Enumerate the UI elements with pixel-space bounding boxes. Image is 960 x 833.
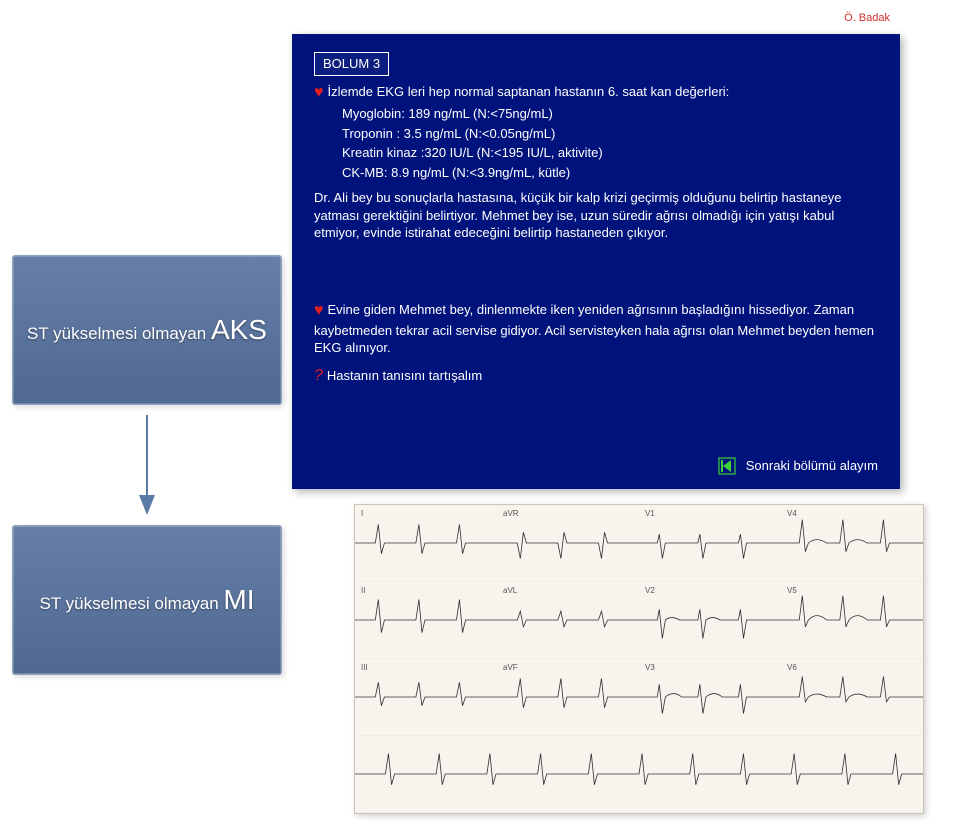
para1-text: Dr. Ali bey bu sonuçlarla hastasına, küç…	[314, 189, 878, 242]
mi-big: MI	[223, 584, 254, 615]
mi-prefix: ST yükselmesi olmayan	[39, 594, 223, 613]
ecg-lead-label: II	[361, 586, 365, 595]
intro-line: ♥ İzlemde EKG leri hep normal saptanan ha…	[314, 82, 878, 104]
ecg-strip: I aVR V1 V4 II aVL V2 V5 III aVF V3 V6	[354, 504, 924, 814]
value-ck: Kreatin kinaz :320 IU/L (N:<195 IU/L, ak…	[314, 144, 878, 162]
ecg-lead-label: aVL	[503, 586, 517, 595]
question-mark-icon: ?	[314, 367, 323, 384]
aks-box-text: ST yükselmesi olmayan AKS	[27, 314, 267, 346]
value-ckmb: CK-MB: 8.9 ng/mL (N:<3.9ng/mL, kütle)	[314, 164, 878, 182]
ecg-lead-label: aVR	[503, 509, 519, 518]
ecg-trace	[781, 505, 923, 581]
ecg-lead-label: I	[361, 509, 363, 518]
ecg-lead-label: V2	[645, 586, 655, 595]
intro-text: İzlemde EKG leri hep normal saptanan has…	[328, 84, 730, 99]
heart-icon: ♥	[314, 302, 324, 319]
author-credit: Ö. Badak	[844, 12, 890, 24]
para2-body: Evine giden Mehmet bey, dinlenmekte iken…	[314, 302, 874, 355]
ecg-trace	[355, 582, 497, 658]
ecg-lead-label: V3	[645, 663, 655, 672]
question-line: ? Hastanın tanısını tartışalım	[314, 365, 878, 387]
prev-section-icon[interactable]	[718, 457, 736, 475]
nav-next-link[interactable]: Sonraki bölümü alayım	[746, 457, 878, 475]
question-text: Hastanın tanısını tartışalım	[327, 368, 482, 383]
slide-panel: BOLUM 3 ♥ İzlemde EKG leri hep normal sap…	[292, 34, 900, 489]
left-column: ST yükselmesi olmayan AKS ST yükselmesi …	[12, 255, 282, 675]
ecg-trace	[355, 659, 497, 735]
ecg-trace	[781, 659, 923, 735]
ecg-trace	[355, 505, 497, 581]
para2-text: ♥Evine giden Mehmet bey, dinlenmekte ike…	[314, 300, 878, 357]
down-arrow-icon	[137, 415, 157, 515]
aks-box: ST yükselmesi olmayan AKS	[12, 255, 282, 405]
mi-box: ST yükselmesi olmayan MI	[12, 525, 282, 675]
aks-big: AKS	[211, 314, 267, 345]
ecg-lead-label: III	[361, 663, 368, 672]
ecg-trace	[639, 505, 781, 581]
ecg-lead-label: V6	[787, 663, 797, 672]
intro-block: ♥ İzlemde EKG leri hep normal saptanan ha…	[314, 82, 878, 182]
ecg-rhythm-trace	[355, 736, 923, 812]
para2-block: ♥Evine giden Mehmet bey, dinlenmekte ike…	[314, 300, 878, 357]
arrow-container	[12, 405, 282, 525]
ecg-trace	[639, 582, 781, 658]
ecg-lead-label: aVF	[503, 663, 518, 672]
mi-box-text: ST yükselmesi olmayan MI	[39, 584, 254, 616]
ecg-lead-label: V1	[645, 509, 655, 518]
question-block: ? Hastanın tanısını tartışalım	[314, 365, 878, 387]
value-trop: Troponin : 3.5 ng/mL (N:<0.05ng/mL)	[314, 125, 878, 143]
ecg-trace	[497, 582, 639, 658]
ecg-trace	[497, 659, 639, 735]
aks-prefix: ST yükselmesi olmayan	[27, 324, 211, 343]
nav-row: Sonraki bölümü alayım	[718, 457, 878, 475]
section-label: BOLUM 3	[314, 52, 389, 76]
ecg-trace	[781, 582, 923, 658]
para1-block: Dr. Ali bey bu sonuçlarla hastasına, küç…	[314, 189, 878, 242]
ecg-lead-label: V4	[787, 509, 797, 518]
ecg-trace	[639, 659, 781, 735]
value-myo: Myoglobin: 189 ng/mL (N:<75ng/mL)	[314, 105, 878, 123]
heart-icon: ♥	[314, 84, 324, 101]
ecg-lead-label: V5	[787, 586, 797, 595]
